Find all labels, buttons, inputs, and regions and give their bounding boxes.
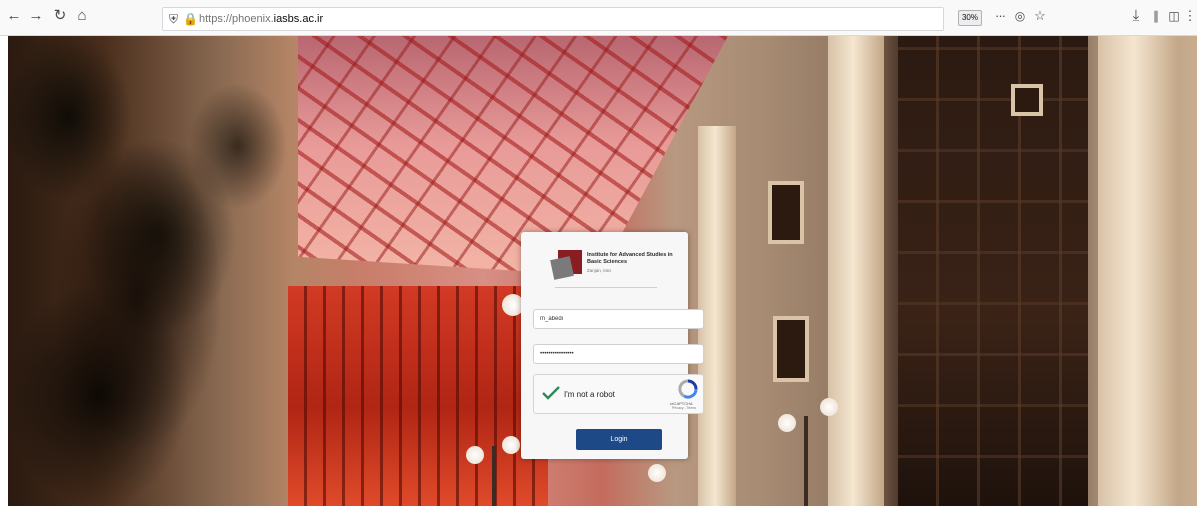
username-input[interactable] xyxy=(533,309,704,329)
institute-logo xyxy=(550,250,582,280)
institute-subtitle: Zanjan, Iran xyxy=(587,268,612,273)
building-window xyxy=(1011,84,1043,116)
login-card: Institute for Advanced Studies in Basic … xyxy=(521,232,704,459)
building-window xyxy=(773,316,809,382)
recaptcha-links[interactable]: Privacy - Terms xyxy=(672,406,696,410)
login-button[interactable]: Login xyxy=(576,429,662,450)
lamp xyxy=(648,464,666,482)
browser-toolbar: ← → ↻ ⌂ ⛨ 🔒 https://phoenix.iasbs.ac.ir … xyxy=(0,0,1197,36)
tree-silhouette xyxy=(8,36,308,506)
reload-icon[interactable]: ↻ xyxy=(50,6,70,26)
lamp xyxy=(502,436,520,454)
back-icon[interactable]: ← xyxy=(4,6,24,26)
recaptcha-widget[interactable]: I'm not a robot reCAPTCHA Privacy - Term… xyxy=(533,374,704,414)
red-staircase-photo xyxy=(288,286,548,506)
pocket-icon[interactable]: ◎ xyxy=(1010,6,1030,26)
checkmark-icon[interactable] xyxy=(542,386,560,400)
recaptcha-icon xyxy=(678,379,698,399)
menu-icon[interactable]: ⋮ xyxy=(1180,6,1197,26)
divider xyxy=(555,287,657,288)
lamp xyxy=(778,414,796,432)
url-text[interactable]: https://phoenix.iasbs.ac.ir xyxy=(199,11,323,27)
home-icon[interactable]: ⌂ xyxy=(72,6,92,26)
dark-facade-photo xyxy=(898,36,1088,506)
shield-icon[interactable]: ⛨ xyxy=(169,10,178,28)
institute-title: Institute for Advanced Studies in Basic … xyxy=(587,252,673,265)
url-bar[interactable]: ⛨ 🔒 https://phoenix.iasbs.ac.ir xyxy=(162,7,944,31)
password-input[interactable] xyxy=(533,344,704,364)
lamp xyxy=(820,398,838,416)
lamp xyxy=(466,446,484,464)
lamp-post xyxy=(492,446,496,506)
lock-icon[interactable]: 🔒 xyxy=(183,10,198,28)
building-window xyxy=(768,181,804,244)
column xyxy=(828,36,884,506)
captcha-label: I'm not a robot xyxy=(564,390,615,399)
zoom-indicator[interactable]: 30% xyxy=(958,10,982,26)
download-icon[interactable]: ⤓ xyxy=(1126,6,1146,26)
column xyxy=(1098,36,1178,506)
bookmark-icon[interactable]: ☆ xyxy=(1030,6,1050,26)
library-icon[interactable]: ∥ xyxy=(1146,6,1166,26)
forward-icon[interactable]: → xyxy=(26,6,46,26)
lamp-post xyxy=(804,416,808,506)
more-icon[interactable]: ··· xyxy=(990,6,1010,26)
